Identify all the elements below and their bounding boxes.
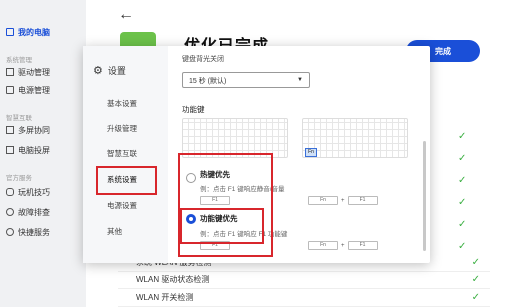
fn-section-title: 功能键	[182, 105, 205, 114]
dropdown-arrow-icon: ▼	[297, 77, 303, 83]
sidebar-item-multiscreen[interactable]: 多屏协同	[6, 122, 50, 138]
sidebar-item-driver[interactable]: 驱动管理	[6, 64, 50, 80]
sidebar-item-tips[interactable]: 玩机技巧	[6, 184, 50, 200]
sidebar-item-my-computer[interactable]: 我的电脑	[6, 24, 50, 40]
settings-header: ⚙ 设置	[93, 65, 126, 77]
nav-upgrade[interactable]: 升级管理	[107, 123, 137, 134]
sidebar-item-quick-service[interactable]: 快捷服务	[6, 224, 50, 240]
check-column: ✓ ✓ ✓ ✓ ✓ ✓	[458, 131, 467, 252]
driver-icon	[6, 68, 14, 76]
check-icon: ✓	[471, 256, 480, 268]
sidebar-item-troubleshoot[interactable]: 故障排查	[6, 204, 50, 220]
service-icon	[6, 228, 14, 236]
fn-key-highlight: Fn	[305, 148, 317, 157]
check-icon: ✓	[471, 273, 480, 285]
sidebar-section-title: 官方服务	[6, 175, 32, 182]
fnkey-first-keys-alt: Fn + F1	[308, 241, 378, 250]
projection-icon	[6, 146, 14, 154]
check-icon: ✓	[471, 291, 480, 303]
sidebar: 我的电脑 系统管理 驱动管理 电源管理 智慧互联 多屏协同 电脑投屏 官方服务 …	[0, 0, 86, 307]
nav-power-settings[interactable]: 电源设置	[107, 200, 137, 211]
wrench-icon	[6, 208, 14, 216]
annotation-box-fnkey-option	[180, 208, 264, 244]
sidebar-section-title: 系统管理	[6, 57, 32, 64]
nav-smart-connect[interactable]: 智慧互联	[107, 148, 137, 159]
timeout-select[interactable]: 15 秒 (默认) ▼	[182, 72, 310, 88]
annotation-box-system-settings	[96, 166, 157, 195]
sidebar-item-power[interactable]: 电源管理	[6, 82, 50, 98]
keyboard-image-right	[302, 118, 408, 158]
multiscreen-icon	[6, 126, 14, 134]
gamepad-icon	[6, 188, 14, 196]
settings-nav: ⚙ 设置 基本设置 升级管理 智慧互联 系统设置 电源设置 其他	[83, 46, 168, 263]
keyboard-image-left	[182, 118, 288, 158]
sidebar-section-title: 智慧互联	[6, 115, 32, 122]
hotkey-first-keys-alt: Fn + F1	[308, 196, 378, 205]
check-row: WLAN 开关检测 ✓	[118, 288, 490, 307]
computer-icon	[6, 28, 14, 36]
timeout-label: 键盘背光关闭	[182, 56, 224, 63]
back-arrow-icon[interactable]: ←	[118, 6, 134, 24]
nav-other[interactable]: 其他	[107, 226, 122, 237]
gear-icon: ⚙	[93, 65, 103, 77]
battery-icon	[6, 86, 14, 94]
sidebar-item-projection[interactable]: 电脑投屏	[6, 142, 50, 158]
scrollbar[interactable]	[423, 141, 426, 251]
check-row: WLAN 驱动状态检测 ✓	[118, 270, 490, 289]
nav-basic[interactable]: 基本设置	[107, 98, 137, 109]
